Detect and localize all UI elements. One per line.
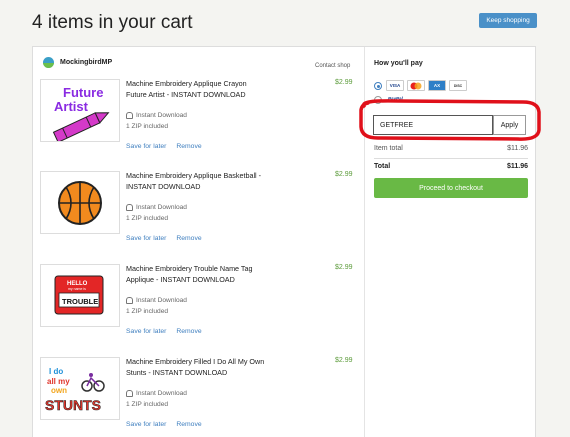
item-title[interactable]: Machine Embroidery Trouble Name Tag Appl… [126, 264, 266, 285]
cart-item: Future Artist Machine Embroidery Appliqu… [40, 79, 358, 159]
svg-text:all my: all my [47, 377, 70, 386]
card-radio[interactable] [374, 82, 382, 90]
save-for-later-link[interactable]: Save for later [126, 421, 166, 428]
item-download-type: Instant Download [126, 390, 187, 397]
cart-panel: MockingbirdMP Contact shop Future Artist… [32, 46, 536, 437]
future-artist-image: Future Artist [52, 85, 110, 141]
download-icon [126, 112, 133, 119]
item-title[interactable]: Machine Embroidery Applique Crayon Futur… [126, 79, 266, 100]
total-row: Total $11.96 [374, 163, 528, 170]
item-zip-info: 1 ZIP included [126, 308, 169, 315]
visa-icon: VISA [386, 80, 404, 91]
item-title[interactable]: Machine Embroidery Filled I Do All My Ow… [126, 357, 266, 378]
item-thumbnail[interactable] [40, 171, 120, 234]
item-thumbnail[interactable]: HELLO my name is TROUBLE [40, 264, 120, 327]
item-title[interactable]: Machine Embroidery Applique Basketball -… [126, 171, 266, 192]
save-for-later-link[interactable]: Save for later [126, 328, 166, 335]
svg-text:Future: Future [63, 85, 103, 100]
item-zip-info: 1 ZIP included [126, 401, 169, 408]
mastercard-icon [407, 80, 425, 91]
item-actions: Save for later Remove [126, 328, 210, 335]
item-actions: Save for later Remove [126, 421, 210, 428]
stunts-image: I do all my own STUNTS [45, 367, 105, 413]
keep-shopping-button[interactable]: Keep shopping [479, 13, 537, 28]
paypal-radio[interactable] [374, 96, 382, 104]
cart-item: HELLO my name is TROUBLE Machine Embroid… [40, 264, 358, 344]
item-price: $2.99 [335, 357, 353, 364]
cart-item: Machine Embroidery Applique Basketball -… [40, 171, 358, 251]
paypal-logo: PayPal [388, 96, 403, 101]
item-thumbnail[interactable]: I do all my own STUNTS [40, 357, 120, 420]
item-actions: Save for later Remove [126, 235, 210, 242]
total-value: $11.96 [506, 163, 528, 170]
download-icon [126, 297, 133, 304]
payment-heading: How you'll pay [374, 60, 423, 67]
svg-text:my name is: my name is [68, 287, 86, 291]
item-total-value: $11.96 [507, 145, 528, 152]
item-total-row: Item total $11.96 [374, 145, 528, 152]
item-actions: Save for later Remove [126, 143, 210, 150]
shop-avatar[interactable] [43, 57, 54, 68]
svg-text:Artist: Artist [54, 99, 89, 114]
panel-divider [364, 47, 365, 437]
download-icon [126, 390, 133, 397]
trouble-name-tag-image: HELLO my name is TROUBLE [54, 275, 104, 315]
contact-shop-link[interactable]: Contact shop [315, 63, 350, 69]
item-price: $2.99 [335, 79, 353, 86]
item-zip-info: 1 ZIP included [126, 123, 169, 130]
proceed-to-checkout-button[interactable]: Proceed to checkout [374, 178, 528, 198]
remove-link[interactable]: Remove [176, 328, 201, 335]
shop-name[interactable]: MockingbirdMP [60, 59, 112, 66]
item-thumbnail[interactable]: Future Artist [40, 79, 120, 142]
download-icon [126, 204, 133, 211]
item-download-type: Instant Download [126, 204, 187, 211]
svg-text:I do: I do [49, 367, 63, 376]
amex-icon: AX [428, 80, 446, 91]
save-for-later-link[interactable]: Save for later [126, 235, 166, 242]
save-for-later-link[interactable]: Save for later [126, 143, 166, 150]
apply-coupon-button[interactable]: Apply [493, 115, 526, 135]
item-download-type: Instant Download [126, 297, 187, 304]
item-price: $2.99 [335, 171, 353, 178]
item-price: $2.99 [335, 264, 353, 271]
remove-link[interactable]: Remove [176, 143, 201, 150]
item-total-label: Item total [374, 145, 403, 152]
shop-header: MockingbirdMP [43, 57, 112, 68]
item-download-type: Instant Download [126, 112, 187, 119]
basketball-image [58, 181, 102, 225]
item-zip-info: 1 ZIP included [126, 215, 169, 222]
svg-text:STUNTS: STUNTS [45, 397, 101, 413]
totals-divider [374, 158, 528, 159]
discover-icon: DISC [449, 80, 467, 91]
cart-item: I do all my own STUNTS Machine Embroider… [40, 357, 358, 437]
page-title: 4 items in your cart [32, 12, 193, 33]
coupon-code-input[interactable]: GETFREE [373, 115, 493, 135]
remove-link[interactable]: Remove [176, 421, 201, 428]
svg-text:own: own [51, 386, 67, 395]
remove-link[interactable]: Remove [176, 235, 201, 242]
total-label: Total [374, 163, 391, 170]
coupon-form: GETFREE Apply [373, 115, 526, 135]
svg-text:TROUBLE: TROUBLE [62, 297, 98, 306]
